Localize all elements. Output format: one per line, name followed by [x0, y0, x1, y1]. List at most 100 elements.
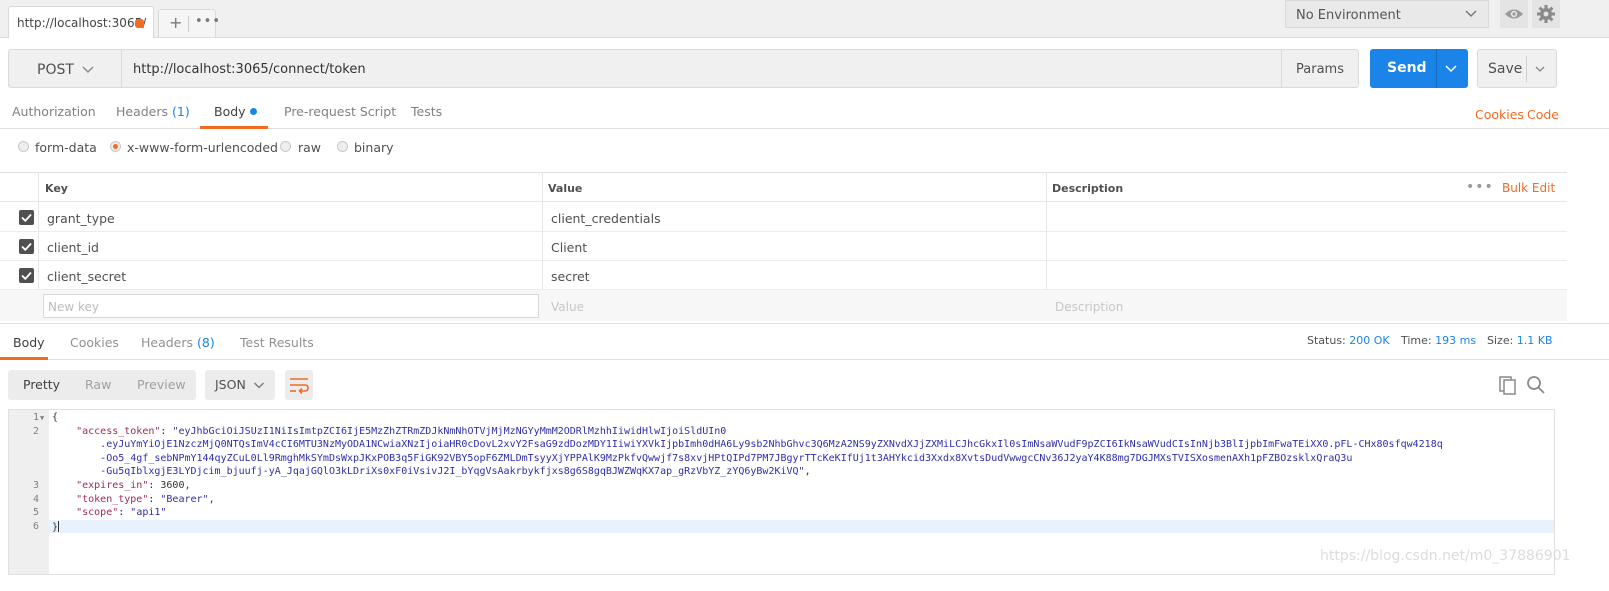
active-tab-underline — [200, 126, 268, 129]
method-select[interactable]: POST — [8, 49, 121, 88]
checkmark-icon — [21, 271, 32, 281]
params-button[interactable]: Params — [1281, 49, 1359, 88]
table-header: Key Value Description ••• Bulk Edit — [0, 173, 1567, 202]
new-key-placeholder: New key — [48, 300, 99, 314]
send-label: Send — [1387, 60, 1427, 76]
watermark: https://blog.csdn.net/m0_37886901 — [1320, 548, 1571, 564]
view-preview-button[interactable]: Preview — [137, 377, 186, 392]
fold-toggle-icon[interactable]: ▼ — [40, 414, 44, 422]
row-value[interactable]: Client — [551, 240, 587, 255]
request-tab-active[interactable]: http://localhost:3065/ — [8, 6, 154, 38]
settings-button[interactable] — [1532, 0, 1560, 28]
table-more-button[interactable]: ••• — [1466, 179, 1494, 195]
radio-x-www-form-urlencoded-label[interactable]: x-www-form-urlencoded — [127, 140, 278, 155]
view-mode-group: Pretty Raw Preview — [8, 370, 196, 400]
row-checkbox[interactable] — [19, 239, 34, 254]
row-checkbox[interactable] — [19, 268, 34, 283]
code-line: } — [52, 521, 60, 533]
tab-tests[interactable]: Tests — [411, 104, 442, 119]
row-key[interactable]: client_id — [47, 240, 99, 255]
response-tab-test-results[interactable]: Test Results — [240, 335, 314, 350]
radio-form-data[interactable] — [18, 141, 29, 152]
request-tab-title: http://localhost:3065/ — [17, 16, 147, 30]
code-line: "token_type": "Bearer", — [76, 494, 215, 505]
checkmark-icon — [21, 242, 32, 252]
cookies-link[interactable]: Cookies — [1475, 107, 1524, 122]
format-selected: JSON — [215, 377, 246, 392]
row-checkbox[interactable] — [19, 210, 34, 225]
new-tab-button[interactable]: + — [169, 13, 182, 32]
radio-x-www-form-urlencoded[interactable] — [110, 141, 121, 152]
table-row: grant_type client_credentials — [0, 203, 1567, 232]
tab-pre-request-script[interactable]: Pre-request Script — [284, 104, 396, 119]
row-key[interactable]: grant_type — [47, 211, 115, 226]
row-value[interactable]: client_credentials — [551, 211, 661, 226]
row-key[interactable]: client_secret — [47, 269, 126, 284]
search-icon[interactable] — [1526, 375, 1546, 395]
send-button[interactable]: Send — [1370, 49, 1468, 88]
method-label: POST — [37, 62, 74, 78]
status-readout: Status: 200 OK — [1307, 334, 1390, 347]
radio-binary[interactable] — [337, 141, 348, 152]
response-tab-cookies[interactable]: Cookies — [70, 335, 119, 350]
new-value-input[interactable]: Value — [551, 300, 584, 314]
gear-icon — [1537, 5, 1555, 23]
chevron-down-icon[interactable] — [1533, 62, 1547, 76]
line-number: 5 — [32, 507, 39, 518]
radio-raw[interactable] — [280, 141, 291, 152]
url-input[interactable]: http://localhost:3065/connect/token — [121, 49, 1281, 88]
eye-icon — [1505, 9, 1523, 19]
chevron-down-icon — [254, 382, 264, 389]
wrap-lines-button[interactable] — [285, 370, 313, 400]
line-number: 6 — [32, 521, 39, 532]
radio-binary-label[interactable]: binary — [354, 140, 394, 155]
unsaved-dot-icon — [135, 19, 144, 28]
tab-actions: + ••• — [158, 9, 220, 37]
save-button[interactable]: Save — [1477, 49, 1557, 88]
column-description: Description — [1052, 182, 1124, 195]
line-number: 3 — [32, 480, 39, 491]
new-row: New key Value Description — [0, 290, 1567, 321]
column-value: Value — [548, 182, 583, 195]
line-number: 4 — [32, 494, 39, 505]
code-line: .eyJuYmYiOjE1NzczMjQ0NTQsImV4cCI6MTU3NzM… — [100, 439, 1443, 450]
code-line: "access_token": "eyJhbGciOiJSUzI1NiIsImt… — [76, 426, 727, 437]
response-tabs: Body Cookies Headers (8) Test Results St… — [0, 323, 1609, 360]
environment-quick-look-button[interactable] — [1500, 0, 1528, 28]
body-type-options: form-data x-www-form-urlencoded raw bina… — [0, 137, 1609, 163]
radio-raw-label[interactable]: raw — [298, 140, 321, 155]
params-table: Key Value Description ••• Bulk Edit gran… — [0, 172, 1567, 321]
format-select[interactable]: JSON — [205, 370, 275, 400]
bulk-edit-link[interactable]: Bulk Edit — [1502, 181, 1555, 195]
table-row: client_secret secret — [0, 261, 1567, 290]
tab-authorization[interactable]: Authorization — [12, 104, 96, 119]
chevron-down-icon — [82, 66, 94, 73]
new-key-input[interactable]: New key — [43, 294, 539, 318]
radio-form-data-label[interactable]: form-data — [35, 140, 97, 155]
params-label: Params — [1296, 62, 1344, 77]
chevron-down-icon — [1465, 10, 1477, 17]
new-description-input[interactable]: Description — [1055, 300, 1123, 314]
tab-body[interactable]: Body — [214, 104, 257, 119]
response-tab-body[interactable]: Body — [13, 335, 45, 350]
url-value: http://localhost:3065/connect/token — [133, 62, 366, 77]
active-line-highlight — [49, 520, 1554, 533]
column-key: Key — [45, 182, 68, 195]
code-line: -Gu5qIblxgjE3LYDjcim_bjuufj-yA_JqajGQlO3… — [100, 466, 811, 477]
wrap-lines-icon — [290, 378, 309, 395]
tab-more-button[interactable]: ••• — [195, 14, 221, 29]
chevron-down-icon[interactable] — [1444, 61, 1458, 75]
code-link[interactable]: Code — [1527, 107, 1559, 122]
response-tab-headers[interactable]: Headers (8) — [141, 335, 215, 350]
environment-select[interactable]: No Environment — [1285, 0, 1489, 28]
view-pretty-button[interactable]: Pretty — [23, 377, 60, 392]
tab-headers[interactable]: Headers (1) — [116, 104, 190, 119]
code-line: { — [52, 412, 59, 423]
code-line: "expires_in": 3600, — [76, 480, 191, 491]
code-line: "scope": "api1" — [76, 507, 167, 518]
view-raw-button[interactable]: Raw — [85, 377, 111, 392]
copy-icon[interactable] — [1498, 375, 1518, 395]
checkmark-icon — [21, 213, 32, 223]
request-tabs: Authorization Headers (1) Body Pre-reque… — [0, 96, 1609, 129]
row-value[interactable]: secret — [551, 269, 590, 284]
